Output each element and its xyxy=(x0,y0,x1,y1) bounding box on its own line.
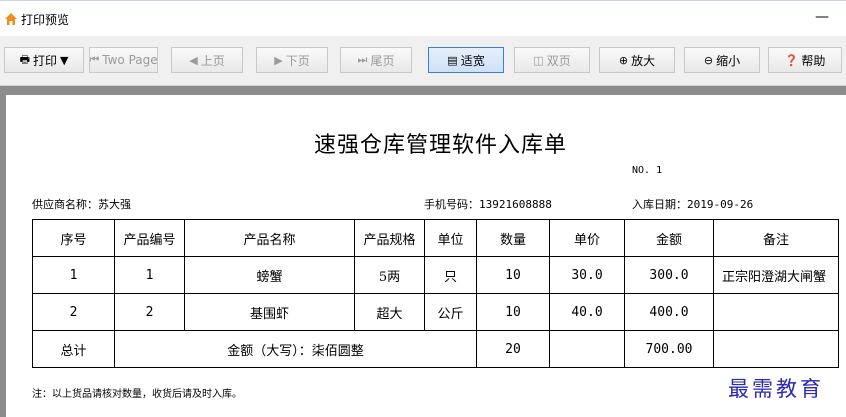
two-page-button[interactable]: ⏮ Two Page xyxy=(89,47,158,73)
header-product-name: 产品名称 xyxy=(184,219,355,257)
table-row: 2 2 基围虾 超大 公斤 10 40.0 400.0 xyxy=(32,293,839,331)
header-quantity: 数量 xyxy=(476,219,550,257)
total-amount-words: 金额（大写）：柒佰圆整 xyxy=(114,330,477,368)
preview-area[interactable]: 速强仓库管理软件入库单 NO. 1 供应商名称：苏大强 手机号码：1392160… xyxy=(0,86,846,417)
document-note: 注：以上货品请核对数量，收货后请及时入库。 xyxy=(32,389,242,400)
header-unit-price: 单价 xyxy=(549,219,625,257)
cell-product-name: 螃蟹 xyxy=(184,256,355,294)
prev-page-label: 上页 xyxy=(200,53,225,68)
next-page-button[interactable]: ▶ 下页 xyxy=(256,47,328,73)
header-remark: 备注 xyxy=(713,219,839,257)
header-product-code: 产品编号 xyxy=(114,219,185,257)
last-page-button[interactable]: ⏭ 尾页 xyxy=(340,47,412,73)
zoom-in-label: 放大 xyxy=(631,53,656,68)
date-value: 2019-09-26 xyxy=(687,198,754,211)
zoom-in-icon: ⊕ xyxy=(618,53,629,67)
cell-quantity: 10 xyxy=(476,293,550,331)
supplier-value: 苏大强 xyxy=(98,198,131,211)
printer-icon: 🖶 xyxy=(19,52,30,66)
phone-value: 13921608888 xyxy=(479,198,552,211)
last-page-icon: ⏭ xyxy=(357,53,368,66)
help-label: 帮助 xyxy=(801,53,826,68)
cell-product-name: 基围虾 xyxy=(184,293,355,331)
cell-unit: 只 xyxy=(424,256,477,294)
cell-remark xyxy=(713,293,839,331)
header-index: 序号 xyxy=(32,219,115,257)
help-button[interactable]: ❓ 帮助 xyxy=(768,47,842,73)
print-page: 速强仓库管理软件入库单 NO. 1 供应商名称：苏大强 手机号码：1392160… xyxy=(6,95,846,417)
two-page-label: Two Page xyxy=(102,53,158,67)
double-page-icon: ◫ xyxy=(533,53,544,67)
print-label: 打印 xyxy=(32,53,57,68)
cell-unit-price: 40.0 xyxy=(549,293,625,331)
zoom-out-button[interactable]: ⊖ 缩小 xyxy=(684,47,760,73)
table-header-row: 序号 产品编号 产品名称 产品规格 单位 数量 单价 金额 备注 xyxy=(32,219,839,257)
total-amount: 700.00 xyxy=(624,330,714,368)
cell-unit: 公斤 xyxy=(424,293,477,331)
double-page-button[interactable]: ◫ 双页 xyxy=(514,47,590,73)
first-page-icon: ⏮ xyxy=(89,53,100,66)
date-info: 入库日期：2019-09-26 xyxy=(632,196,753,212)
print-button[interactable]: 🖶 打印 ▼ xyxy=(4,47,84,73)
total-quantity: 20 xyxy=(476,330,550,368)
cell-spec: 超大 xyxy=(354,293,425,331)
watermark-text: 最需教育 xyxy=(728,377,824,401)
cell-product-code: 2 xyxy=(114,293,185,331)
cell-index: 2 xyxy=(32,293,115,331)
minimize-button[interactable]: — xyxy=(812,9,832,25)
date-label: 入库日期： xyxy=(632,198,687,211)
last-page-label: 尾页 xyxy=(370,53,395,68)
title-bar: 打印预览 — xyxy=(0,0,846,36)
zoom-out-label: 缩小 xyxy=(716,53,741,68)
cell-product-code: 1 xyxy=(114,256,185,294)
total-unit-price xyxy=(549,330,625,368)
prev-page-button[interactable]: ◀ 上页 xyxy=(171,47,243,73)
fit-width-icon: ▤ xyxy=(447,53,458,67)
double-page-label: 双页 xyxy=(546,53,571,68)
cell-amount: 300.0 xyxy=(624,256,714,294)
app-icon xyxy=(5,13,17,25)
receipt-table: 序号 产品编号 产品名称 产品规格 单位 数量 单价 金额 备注 1 1 螃蟹 … xyxy=(32,219,839,368)
phone-label: 手机号码： xyxy=(424,198,479,211)
zoom-in-button[interactable]: ⊕ 放大 xyxy=(599,47,675,73)
arrow-left-icon: ◀ xyxy=(189,53,198,67)
fit-width-label: 适宽 xyxy=(460,53,485,68)
toolbar: 🖶 打印 ▼ ⏮ Two Page ◀ 上页 ▶ 下页 ⏭ 尾页 ▤ 适宽 ◫ … xyxy=(0,36,846,86)
arrow-right-icon: ▶ xyxy=(274,53,283,67)
header-unit: 单位 xyxy=(424,219,477,257)
chevron-down-icon[interactable]: ▼ xyxy=(60,54,68,67)
header-amount: 金额 xyxy=(624,219,714,257)
help-icon: ❓ xyxy=(784,53,799,67)
cell-quantity: 10 xyxy=(476,256,550,294)
cell-index: 1 xyxy=(32,256,115,294)
supplier-info: 供应商名称：苏大强 xyxy=(32,196,131,212)
fit-width-button[interactable]: ▤ 适宽 xyxy=(428,47,504,73)
document-number: NO. 1 xyxy=(632,165,663,176)
cell-amount: 400.0 xyxy=(624,293,714,331)
table-total-row: 总计 金额（大写）：柒佰圆整 20 700.00 xyxy=(32,330,839,368)
total-label: 总计 xyxy=(32,330,115,368)
zoom-out-icon: ⊖ xyxy=(703,53,714,67)
table-row: 1 1 螃蟹 5两 只 10 30.0 300.0 正宗阳澄湖大闸蟹 xyxy=(32,256,839,294)
document-title: 速强仓库管理软件入库单 xyxy=(314,133,568,158)
phone-info: 手机号码：13921608888 xyxy=(424,196,552,212)
cell-remark: 正宗阳澄湖大闸蟹 xyxy=(713,256,839,294)
total-remark xyxy=(713,330,839,368)
header-spec: 产品规格 xyxy=(354,219,425,257)
cell-unit-price: 30.0 xyxy=(549,256,625,294)
next-page-label: 下页 xyxy=(285,53,310,68)
cell-spec: 5两 xyxy=(354,256,425,294)
window-title: 打印预览 xyxy=(21,13,70,27)
supplier-label: 供应商名称： xyxy=(32,198,98,211)
